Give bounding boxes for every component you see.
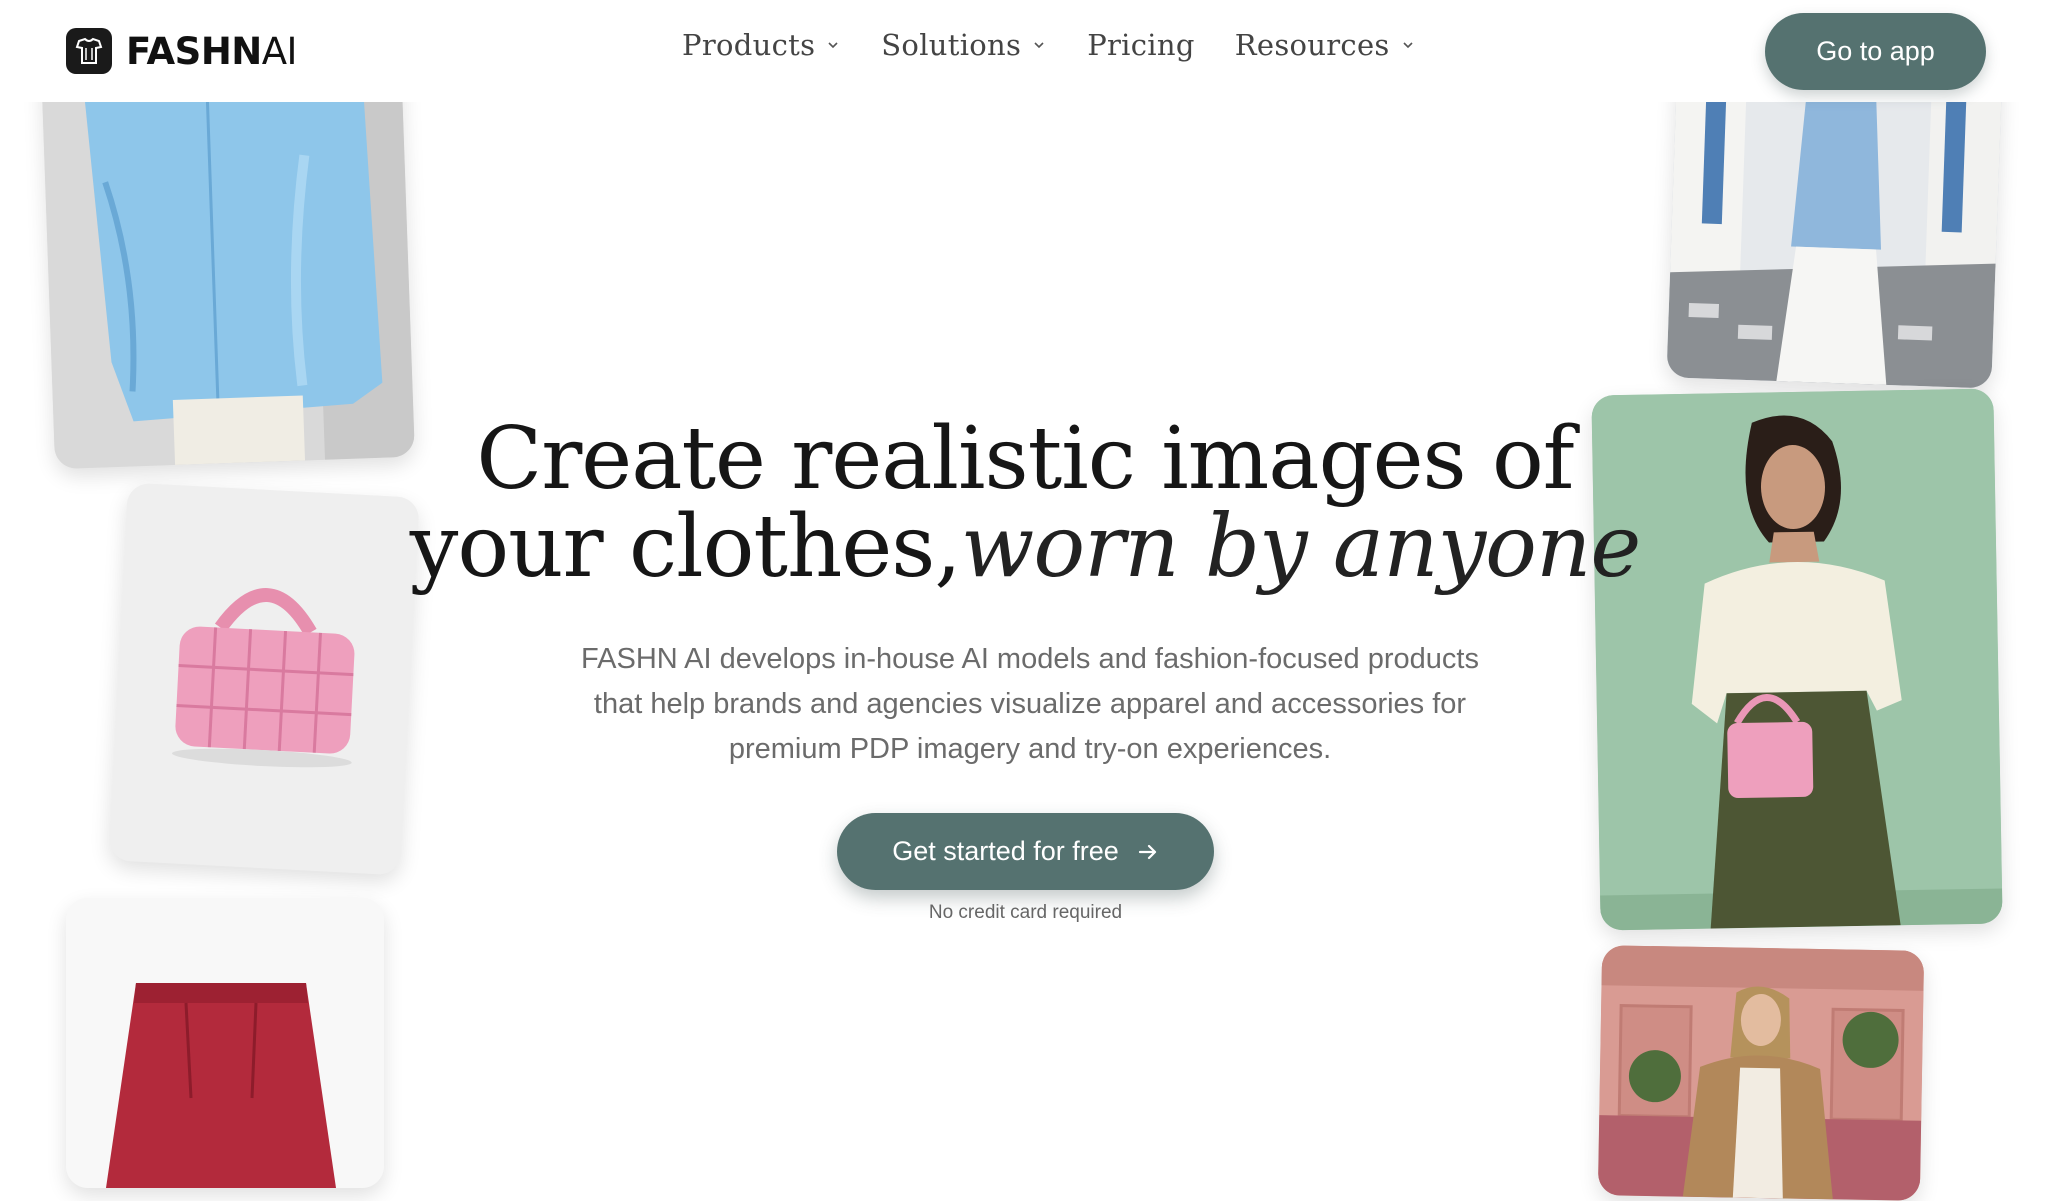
hero-subtitle: FASHN AI develops in-house AI models and…: [581, 643, 1479, 765]
nav-pricing-label: Pricing: [1087, 28, 1195, 62]
nav-resources[interactable]: Resources: [1235, 28, 1416, 62]
get-started-label: Get started for free: [892, 836, 1119, 866]
chevron-down-icon: [1403, 42, 1413, 49]
go-to-app-button[interactable]: Go to app: [1765, 13, 1986, 90]
fashn-logo-icon: [66, 28, 112, 74]
top-navigation: FASHNAI Products Solutions Pricing Resou…: [0, 0, 2048, 102]
main-menu: Products Solutions Pricing Resources: [682, 28, 1416, 62]
hero-title-plain: your clothes,: [409, 497, 962, 597]
hero-title-italic: worn by anyone: [960, 497, 1642, 597]
hero-title-line-2: your clothes,worn by anyone: [380, 503, 1670, 591]
model-blue-shirt-street-image: [1666, 52, 2003, 389]
hero-title: Create realistic images of your clothes,…: [380, 415, 1670, 591]
get-started-button[interactable]: Get started for free: [837, 813, 1214, 890]
nav-pricing[interactable]: Pricing: [1087, 28, 1195, 62]
pink-woven-handbag-image: [108, 482, 420, 876]
nav-resources-label: Resources: [1234, 28, 1390, 62]
brand-name: FASHNAI: [126, 29, 297, 73]
red-leather-skirt-image: [66, 898, 384, 1188]
no-credit-card-note: No credit card required: [928, 902, 1123, 923]
nav-products[interactable]: Products: [682, 28, 841, 62]
blue-satin-shirt-image: [41, 51, 415, 470]
model-camel-coat-cafe-image: [1597, 945, 1925, 1201]
brand-logo[interactable]: FASHNAI: [66, 28, 297, 74]
hero-title-line-1: Create realistic images of: [476, 409, 1574, 509]
chevron-down-icon: [1034, 42, 1044, 49]
nav-solutions[interactable]: Solutions: [881, 28, 1047, 62]
nav-solutions-label: Solutions: [881, 28, 1022, 62]
nav-products-label: Products: [682, 28, 816, 62]
chevron-down-icon: [828, 42, 838, 49]
arrow-right-icon: [1138, 844, 1156, 859]
